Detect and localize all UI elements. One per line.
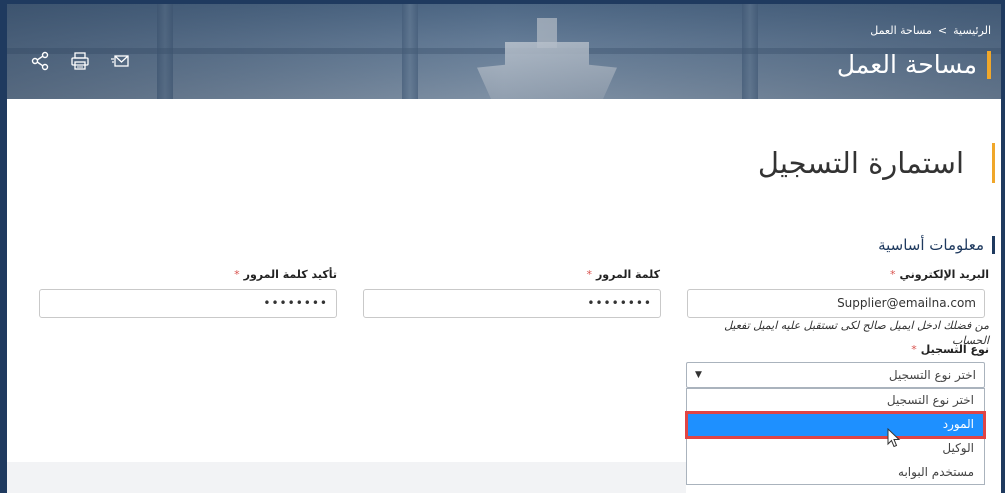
section-accent: [992, 236, 995, 254]
email-label-text: البريد الإلكتروني: [899, 268, 989, 281]
option-portal-user[interactable]: مستخدم البوابه: [687, 461, 984, 485]
mouse-pointer-icon: [887, 427, 901, 452]
registration-type-select[interactable]: اختر نوع التسجيل ▼: [686, 362, 985, 388]
option-agent[interactable]: الوكيل: [687, 437, 984, 461]
required-marker: *: [586, 268, 592, 281]
required-marker: *: [890, 268, 896, 281]
registration-type-selected: اختر نوع التسجيل: [888, 368, 976, 382]
email-field[interactable]: Supplier@emailna.com: [687, 289, 985, 318]
confirm-password-label-text: تأكيد كلمة المرور: [243, 268, 337, 281]
form-title-wrap: استمارة التسجيل: [758, 143, 995, 183]
confirm-password-field[interactable]: ••••••••: [39, 289, 337, 318]
section-title-wrap: معلومات أساسية: [878, 236, 995, 254]
email-icon[interactable]: [109, 50, 131, 72]
required-marker: *: [911, 343, 917, 356]
section-title: معلومات أساسية: [878, 236, 984, 254]
print-icon[interactable]: [69, 50, 91, 72]
form-title: استمارة التسجيل: [757, 146, 964, 180]
password-label: كلمة المرور*: [586, 268, 660, 281]
header-banner: الرئيسية > مساحة العمل مساحة العمل: [7, 4, 1001, 99]
form-title-accent: [992, 143, 995, 183]
page-title-accent: [987, 50, 991, 79]
option-supplier[interactable]: المورد: [685, 411, 986, 439]
page-title-wrap: مساحة العمل: [837, 50, 991, 79]
required-marker: *: [234, 268, 240, 281]
email-label: البريد الإلكتروني*: [890, 268, 989, 281]
breadcrumb: الرئيسية > مساحة العمل: [870, 24, 991, 37]
option-choose-type[interactable]: اختر نوع التسجيل: [687, 389, 984, 413]
page-title: مساحة العمل: [836, 50, 977, 79]
registration-type-label-text: نوع التسجيل: [920, 343, 989, 356]
breadcrumb-home[interactable]: الرئيسية: [953, 24, 991, 37]
footer-strip: [7, 462, 686, 493]
password-field[interactable]: ••••••••: [363, 289, 661, 318]
confirm-password-label: تأكيد كلمة المرور*: [234, 268, 337, 281]
chevron-down-icon: ▼: [695, 370, 702, 380]
password-label-text: كلمة المرور: [595, 268, 660, 281]
registration-type-dropdown: اختر نوع التسجيل المورد الوكيل مستخدم ال…: [685, 388, 986, 485]
share-icon[interactable]: [29, 50, 51, 72]
registration-type-label: نوع التسجيل*: [911, 343, 989, 356]
header-actions: [29, 50, 131, 72]
breadcrumb-current: مساحة العمل: [870, 24, 932, 37]
breadcrumb-separator: >: [937, 24, 948, 37]
